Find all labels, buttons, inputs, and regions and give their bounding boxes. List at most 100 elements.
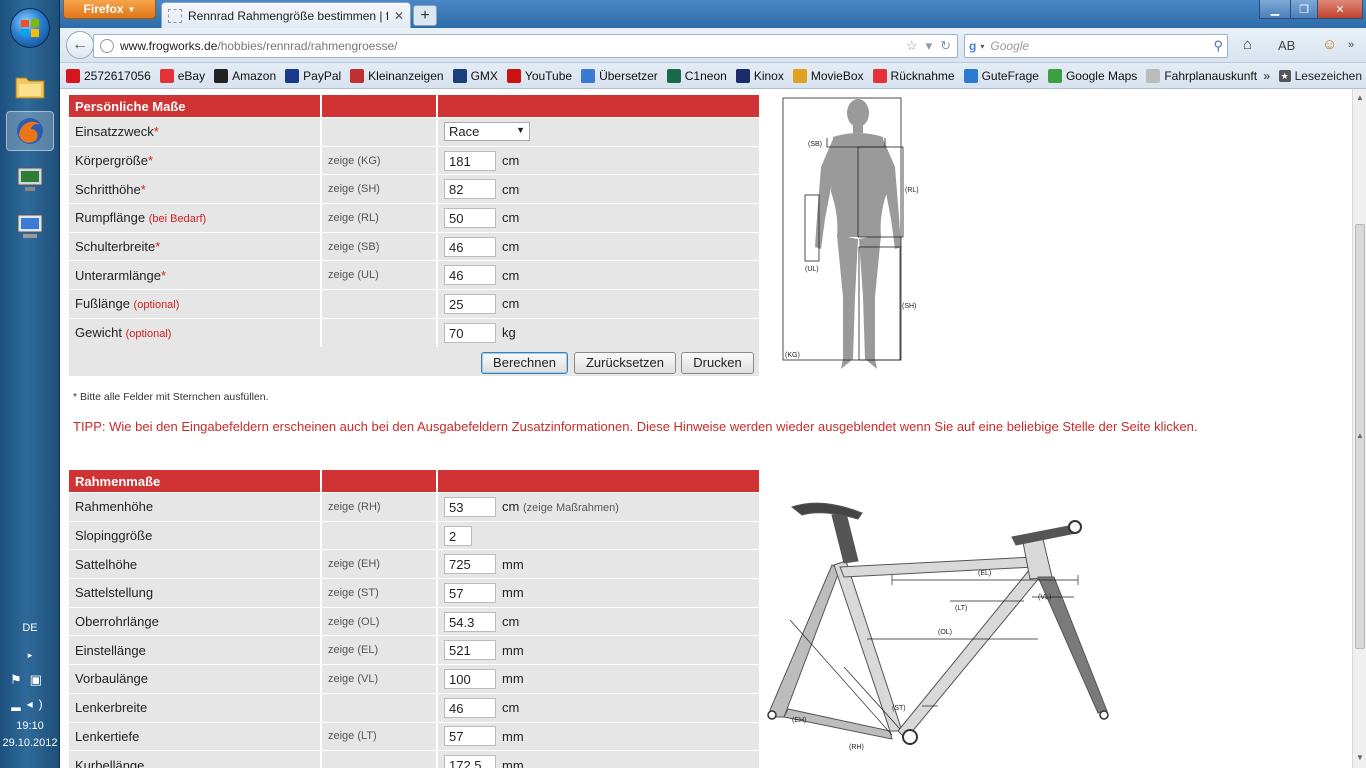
language-indicator[interactable]: DE: [0, 622, 60, 634]
field-label: Schritthöhe: [75, 181, 141, 197]
result-output[interactable]: 46: [444, 697, 496, 718]
field-label: Sattelstellung: [75, 585, 154, 601]
taskbar-computer-button[interactable]: [6, 207, 54, 247]
result-output[interactable]: 53: [444, 496, 496, 517]
measure-input[interactable]: 181: [444, 150, 496, 171]
show-hint-link[interactable]: zeige (UL): [328, 269, 379, 281]
new-tab-button[interactable]: +: [413, 5, 437, 26]
flag-icon[interactable]: ⚑: [10, 672, 30, 687]
show-hint-link[interactable]: zeige (VL): [328, 673, 378, 685]
result-output[interactable]: 521: [444, 640, 496, 661]
result-output[interactable]: 2: [444, 525, 472, 546]
minimize-button[interactable]: ▁: [1259, 0, 1291, 19]
measure-input[interactable]: 25: [444, 293, 496, 314]
start-button[interactable]: [10, 8, 50, 48]
monitor-icon: [17, 167, 43, 191]
measure-input[interactable]: 50: [444, 207, 496, 228]
taskbar-explorer-button[interactable]: [6, 66, 54, 106]
bookmark-item[interactable]: Fahrplanauskunft: [1146, 68, 1258, 83]
show-hint-link[interactable]: zeige (ST): [328, 587, 379, 599]
optional-note: (optional): [133, 299, 180, 312]
result-output[interactable]: 100: [444, 668, 496, 689]
scroll-down-icon[interactable]: ▼: [1356, 753, 1364, 762]
maximize-button[interactable]: ❐: [1290, 0, 1318, 19]
bookmark-item[interactable]: GMX: [452, 68, 498, 83]
bookmarks-menu-button[interactable]: ★ Lesezeichen: [1278, 69, 1362, 83]
home-icon[interactable]: ⌂: [1243, 36, 1252, 53]
bookmark-item[interactable]: GuteFrage: [963, 68, 1039, 83]
bookmark-star-icon[interactable]: ☆: [906, 38, 918, 54]
folder-icon: [15, 77, 45, 99]
frame-row: Einstellänge zeige (EL) 521 mm: [69, 636, 759, 666]
show-hint-link[interactable]: zeige (SH): [328, 183, 380, 195]
back-button[interactable]: ←: [66, 31, 94, 59]
computer-icon: [17, 214, 43, 238]
menu-more-icon[interactable]: »: [1348, 39, 1354, 51]
bookmark-label: Fahrplanauskunft: [1164, 68, 1258, 83]
paypal-icon: [285, 68, 300, 83]
vl-label: (VL): [1038, 594, 1051, 601]
volume-icon[interactable]: ◂): [27, 697, 49, 711]
bookmark-item[interactable]: Übersetzer: [581, 68, 658, 83]
measure-input[interactable]: 70: [444, 322, 496, 343]
translator-icon: [581, 68, 596, 83]
bookmark-item[interactable]: Google Maps: [1047, 68, 1137, 83]
result-output[interactable]: 57: [444, 582, 496, 603]
show-hint-link[interactable]: zeige (EL): [328, 644, 378, 656]
clock-date[interactable]: 29.10.2012: [0, 737, 60, 749]
show-hint-link[interactable]: zeige (EH): [328, 558, 380, 570]
power-icon[interactable]: ▣: [30, 672, 50, 687]
result-output[interactable]: 57: [444, 726, 496, 747]
bookmark-item[interactable]: Kinox: [735, 68, 784, 83]
result-output[interactable]: 725: [444, 554, 496, 575]
windows-taskbar: DE ▸ ⚑▣ ▂◂) 19:10 29.10.2012: [0, 0, 60, 768]
bookmark-item[interactable]: eBay: [159, 68, 205, 83]
addon-smiley-icon[interactable]: ☺: [1322, 36, 1337, 53]
print-button[interactable]: Drucken: [681, 352, 754, 374]
show-hint-link[interactable]: zeige (LT): [328, 730, 377, 742]
close-window-button[interactable]: ✕: [1317, 0, 1363, 19]
result-output[interactable]: 172.5: [444, 755, 496, 768]
unit-label: cm: [502, 700, 519, 715]
show-hint-link[interactable]: zeige (SB): [328, 241, 379, 253]
bookmark-item[interactable]: Rücknahme: [872, 68, 955, 83]
reset-button[interactable]: Zurücksetzen: [574, 352, 676, 374]
taskbar-monitor-button[interactable]: [6, 160, 54, 200]
measure-input[interactable]: 82: [444, 179, 496, 200]
bookmark-item[interactable]: Kleinanzeigen: [350, 68, 444, 83]
search-engine-dropdown-icon[interactable]: ▾: [980, 42, 984, 51]
bookmarks-overflow-chevron[interactable]: »: [1263, 69, 1270, 83]
scroll-up-icon[interactable]: ▲: [1356, 93, 1364, 102]
network-icon[interactable]: ▂: [11, 697, 26, 711]
calculate-button[interactable]: Berechnen: [481, 352, 568, 374]
tab-active[interactable]: Rennrad Rahmengröße bestimmen | fro... ✕: [161, 2, 411, 28]
show-hint-link[interactable]: zeige (RL): [328, 212, 379, 224]
vertical-scrollbar[interactable]: ▲ ▲ ▼: [1352, 89, 1366, 768]
measure-input[interactable]: 46: [444, 236, 496, 257]
dropdown-arrow-icon[interactable]: ▾: [926, 38, 933, 54]
url-bar[interactable]: www.frogworks.de/hobbies/rennrad/rahmeng…: [93, 34, 958, 58]
eh-label: (EH): [792, 717, 806, 724]
firefox-menu-button[interactable]: Firefox ▼: [63, 0, 156, 19]
bookmark-item[interactable]: 2572617056: [66, 68, 151, 83]
purpose-select[interactable]: Race ▼: [444, 122, 530, 142]
bookmark-item[interactable]: YouTube: [506, 68, 572, 83]
show-hint-link[interactable]: zeige (OL): [328, 616, 379, 628]
translate-button[interactable]: AB: [1278, 38, 1295, 53]
reload-icon[interactable]: ↻: [940, 38, 951, 54]
show-hint-link[interactable]: zeige (KG): [328, 155, 381, 167]
clock-time[interactable]: 19:10: [0, 720, 60, 732]
search-icon[interactable]: ⚲: [1213, 38, 1223, 54]
result-output[interactable]: 54.3: [444, 611, 496, 632]
frame-gauge-link[interactable]: (zeige Maßrahmen): [523, 502, 619, 514]
show-hint-link[interactable]: zeige (RH): [328, 501, 381, 513]
bookmark-item[interactable]: Amazon: [214, 68, 276, 83]
search-bar[interactable]: g ▾ Google ⚲: [964, 34, 1228, 58]
bookmark-item[interactable]: PayPal: [285, 68, 341, 83]
measure-input[interactable]: 46: [444, 265, 496, 286]
bookmark-item[interactable]: MovieBox: [792, 68, 864, 83]
bookmark-item[interactable]: C1neon: [666, 68, 727, 83]
show-hidden-icons-arrow[interactable]: ▸: [0, 650, 60, 661]
tab-close-icon[interactable]: ✕: [394, 9, 404, 23]
taskbar-firefox-button[interactable]: [6, 111, 54, 151]
